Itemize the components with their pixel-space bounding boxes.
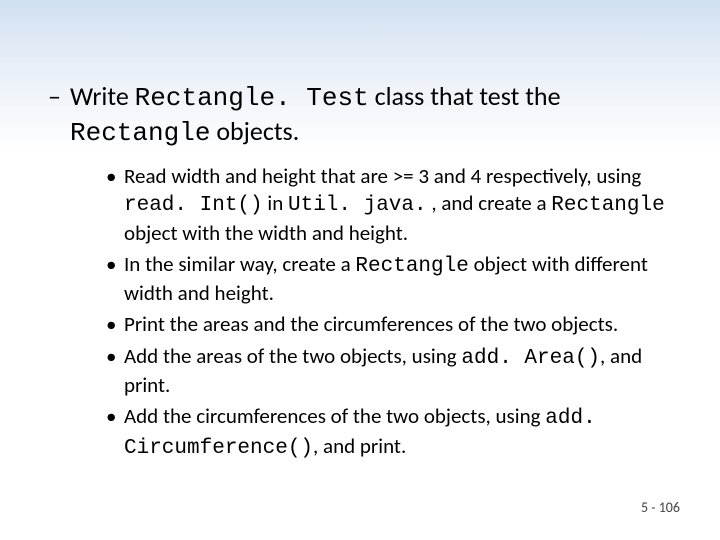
- bullet-icon: •: [106, 163, 116, 190]
- sub-bullet-list: • Read width and height that are >= 3 and…: [40, 163, 680, 462]
- bullet-icon: •: [106, 403, 116, 430]
- main-bullet-item: – Write Rectangle. Test class that test …: [40, 80, 680, 149]
- main-code-2: Rectangle: [70, 118, 210, 148]
- sub-bullet-item: • Add the areas of the two objects, using…: [106, 343, 680, 400]
- main-text-part1: Write: [70, 80, 135, 112]
- body-text: In the similar way, create a: [124, 251, 355, 277]
- body-text: Read width and height that are >= 3 and …: [124, 163, 641, 189]
- body-text: , and create a: [427, 190, 552, 216]
- sub-bullet-item: • Add the circumferences of the two objec…: [106, 403, 680, 462]
- main-text-part2: class that test the: [369, 80, 561, 112]
- main-text-part3: objects.: [210, 115, 299, 147]
- bullet-icon: •: [106, 343, 116, 370]
- bullet-icon: •: [106, 311, 116, 338]
- slide-number: 5 - 106: [641, 499, 680, 516]
- sub-bullet-item: • Read width and height that are >= 3 and…: [106, 163, 680, 247]
- body-text: object with the width and height.: [124, 220, 408, 246]
- body-text: Print the areas and the circumferences o…: [124, 311, 618, 337]
- slide: – Write Rectangle. Test class that test …: [0, 0, 720, 540]
- code-text: Rectangle: [355, 255, 468, 278]
- sub-bullet-item: • Print the areas and the circumferences …: [106, 311, 680, 338]
- code-text: Rectangle: [551, 194, 664, 217]
- code-text: add. Area(): [461, 347, 600, 370]
- body-text: , and print.: [313, 433, 406, 459]
- body-text: Add the circumferences of the two object…: [124, 403, 545, 429]
- body-text: in: [263, 190, 288, 216]
- sub-bullet-item: •In the similar way, create a Rectangle …: [106, 251, 680, 308]
- dash-bullet: –: [48, 80, 61, 113]
- bullet-icon: •: [106, 251, 116, 278]
- code-text: Util. java.: [288, 194, 427, 217]
- main-code-1: Rectangle. Test: [135, 83, 369, 113]
- code-text: read. Int(): [124, 194, 263, 217]
- body-text: Add the areas of the two objects, using: [124, 343, 461, 369]
